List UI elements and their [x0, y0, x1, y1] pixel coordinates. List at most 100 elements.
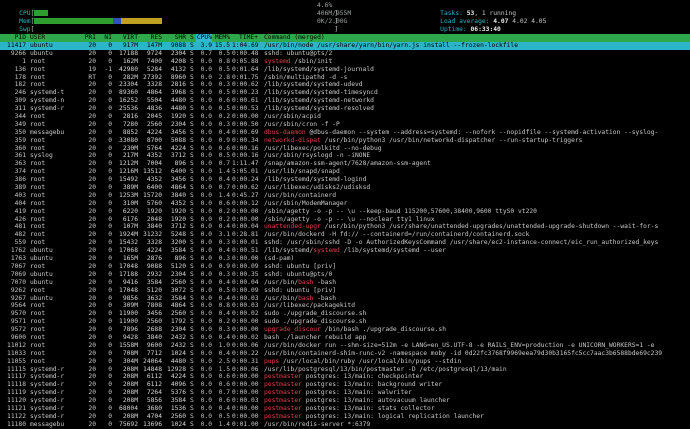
process-row[interactable]: 481 root 20 0 107M 3840 3712 S 0.0 0.4 0:00.04 unat…: [0, 223, 690, 231]
process-row[interactable]: 9267 ubuntu 20 0 9856 3632 3584 S 0.0 0.4 0:00.03 /…: [0, 295, 690, 303]
process-row[interactable]: 11118 systemd-r 20 0 208M 6112 4096 S 0.0 0.6 0:00…: [0, 381, 690, 389]
process-row[interactable]: 11033 root 20 0 708M 7712 1024 S 0.0 0.4 0:00.22/u…: [0, 350, 690, 358]
process-row[interactable]: 361 syslog 20 0 217M 4352 3712 S 0.0 0.5 0:00.16/u…: [0, 152, 690, 160]
cell-s: S: [190, 105, 194, 113]
process-row[interactable]: 311 systemd-r 20 0 25536 4836 4480 S 0.0 0.5 0:00.…: [0, 105, 690, 113]
process-row[interactable]: 404 root 20 0 310M 5760 4352 S 0.0 0.6 0:00.12/usr…: [0, 200, 690, 208]
process-row[interactable]: 482 root 20 0 1924M 31232 5248 S 0.0 3.1 0:28.81/u…: [0, 231, 690, 239]
process-row[interactable]: 1762 ubuntu 20 0 17068 4224 3584 S 0.0 0.4 0:00.51…: [0, 247, 690, 255]
cell-res: 9724: [146, 49, 162, 57]
cell-s: S: [190, 412, 194, 420]
process-row[interactable]: 11055 root 20 0 304M 24064 4480 S 0.0 2.5 0:00.31 p…: [0, 358, 690, 366]
col-ni[interactable]: NI: [98, 34, 112, 42]
process-row[interactable]: 363 root 20 0 1212M 7004 896 S 0.0 0.7 1:11.47/sna…: [0, 160, 690, 168]
process-row[interactable]: 9262 root 20 0 17048 5120 3072 S 0.0 0.5 0:00.09 ss…: [0, 287, 690, 295]
process-row[interactable]: 182 root 20 0 23304 3328 2816 S 0.0 0.3 0:00.62/li…: [0, 81, 690, 89]
cell-pid: 9564: [10, 302, 26, 310]
cell-cpu: 0.0: [200, 215, 212, 223]
cell-shr: 4224: [170, 144, 186, 152]
process-row[interactable]: 11120 systemd-r 20 0 208M 5856 3584 S 0.0 0.6 0:00…: [0, 397, 690, 405]
load-5min: 4.02: [512, 18, 528, 25]
cell-ni: 0: [108, 247, 112, 255]
cell-res: 14848: [143, 365, 162, 373]
cell-virt: 208M: [122, 397, 138, 405]
process-row[interactable]: 309 systemd-n 20 0 16252 5504 4480 S 0.0 0.6 0:00.…: [0, 97, 690, 105]
cell-s: S: [190, 420, 194, 428]
cell-cpu: 0.0: [200, 333, 212, 341]
col-time[interactable]: TIME+: [232, 34, 258, 42]
cell-command: sudo ./upgrade_discourse.sh: [264, 310, 367, 318]
process-row[interactable]: 7069 ubuntu 20 0 17188 2932 2304 S 0.0 0.3 0:00.35…: [0, 271, 690, 279]
process-row[interactable]: 426 root 20 0 6176 2048 1920 S 0.0 0.2 0:00.00/sbi…: [0, 216, 690, 224]
process-row[interactable]: 9266 ubuntu 20 0 17188 9724 2304 S 0.7 0.5 0:00.48…: [0, 50, 690, 58]
cell-pid: 11121: [7, 404, 26, 412]
process-row[interactable]: 7067 root 20 0 17048 9088 5120 S 0.0 0.9 0:00.09 ss…: [0, 263, 690, 271]
process-row[interactable]: 1763 ubuntu 20 0 165M 2876 896 S 0.0 0.3 0:00.00 (s…: [0, 255, 690, 263]
col-virt[interactable]: VIRT: [112, 34, 138, 42]
process-row[interactable]: 9571 root 20 0 11900 2560 1792 S 0.0 0.2 0:00.00 su…: [0, 318, 690, 326]
process-row[interactable]: 11180 messagebu 20 0 75692 13696 1024 S 0.0 1.4 0:…: [0, 421, 690, 429]
cell-ni: 0: [108, 270, 112, 278]
process-row[interactable]: 360 root 20 0 230M 5764 4224 S 0.0 0.6 0:00.16/usr…: [0, 145, 690, 153]
cell-pri: 20: [88, 239, 96, 247]
process-row[interactable]: 374 root 20 0 1216M 13512 6400 S 0.0 1.4 5:05.01/u…: [0, 168, 690, 176]
col-res[interactable]: RES: [140, 34, 162, 42]
col-user[interactable]: USER: [30, 34, 45, 42]
cell-pri: 20: [88, 278, 96, 286]
process-row[interactable]: 9564 root 20 0 309M 7808 4864 S 0.0 0.8 0:00.03/us…: [0, 302, 690, 310]
cell-command: /usr/bin/docker run --shm-size=512m -e L…: [264, 341, 655, 349]
process-row[interactable]: 11119 systemd-r 20 0 208M 7264 5376 S 0.0 0.7 0:00…: [0, 389, 690, 397]
cell-s: S: [190, 341, 194, 349]
process-row[interactable]: 349 root 20 0 7280 2560 2304 S 0.0 0.3 0:00.50/usr…: [0, 121, 690, 129]
cell-pid: 11119: [7, 389, 26, 397]
process-row[interactable]: 359 root 20 0 33080 8700 5088 S 0.0 0.9 0:00.34 net…: [0, 137, 690, 145]
cell-virt: 1924M: [119, 231, 138, 239]
cell-pri: 20: [88, 270, 96, 278]
process-row[interactable]: 11121 systemd-r 20 0 68004 3680 1536 S 0.0 0.4 0:0…: [0, 405, 690, 413]
cell-time: 5:05.01: [232, 168, 259, 176]
cell-ni: 0: [108, 326, 112, 334]
process-row[interactable]: 350 messagebu 20 0 8852 4224 3456 S 0.0 0.4 0:00.6…: [0, 129, 690, 137]
cell-shr: 4864: [170, 302, 186, 310]
col-command[interactable]: Command (merged): [264, 34, 325, 42]
cell-command: /lib/systemd/systemd-networkd: [264, 97, 374, 105]
command-basename: postmaster: [264, 412, 302, 420]
cell-ni: 0: [108, 120, 112, 128]
process-row[interactable]: 559 root 20 0 15432 3328 3200 S 0.0 0.3 0:00.01 ssh…: [0, 239, 690, 247]
process-row[interactable]: 178 root RT 0 282M 27392 8960 S 0.0 2.8 0:01.75/sb…: [0, 74, 690, 82]
process-row[interactable]: 419 root 20 0 6220 1920 1920 S 0.0 0.2 0:00.00/sbi…: [0, 208, 690, 216]
process-row[interactable]: 11122 systemd-r 20 0 208M 4704 2560 S 0.0 0.5 0:00…: [0, 413, 690, 421]
col-mem[interactable]: MEM%: [214, 34, 230, 42]
process-row[interactable]: 246 systemd-t 20 0 89360 4864 3968 S 0.0 0.5 0:00.…: [0, 89, 690, 97]
process-row[interactable]: 344 root 20 0 2816 2045 1920 S 0.0 0.2 0:00.00/usr…: [0, 113, 690, 121]
process-row[interactable]: 11012 root 20 0 1558M 9600 2432 S 0.0 1.0 0:00.06 /…: [0, 342, 690, 350]
cell-user: ubuntu: [30, 278, 53, 286]
process-row[interactable]: 1 root 20 0 162M 7400 4208 S 0.0 0.8 0:05.88 system…: [0, 58, 690, 66]
col-state[interactable]: S: [190, 34, 194, 42]
process-row[interactable]: 389 root 20 0 389M 6400 4864 S 0.0 0.7 0:00.62/usr…: [0, 184, 690, 192]
cell-pri: 20: [88, 207, 96, 215]
cell-pid: 1: [22, 57, 26, 65]
process-row[interactable]: 11417 ubuntu 20 0 917M 147M 9088 S 3.9 15.5 1:04.6…: [0, 42, 690, 50]
cell-cpu: 0.0: [200, 184, 212, 192]
col-cpu-sorted[interactable]: CPU%: [196, 34, 212, 42]
process-row[interactable]: 136 root 19 -1 42980 5284 4132 S 0.0 0.5 0:01.64/l…: [0, 66, 690, 74]
cell-user: ubuntu: [30, 255, 53, 263]
col-pri[interactable]: PRI: [80, 34, 96, 42]
col-pid[interactable]: PID: [0, 34, 26, 42]
process-row[interactable]: 386 root 20 0 15492 4352 3456 S 0.0 0.4 0:00.24/li…: [0, 176, 690, 184]
process-row[interactable]: 9570 root 20 0 11900 3456 2560 S 0.0 0.4 0:00.02 su…: [0, 310, 690, 318]
process-row[interactable]: 9572 root 20 0 7896 2688 2304 S 0.0 0.3 0:00.00 upg…: [0, 326, 690, 334]
process-row[interactable]: 7070 ubuntu 20 0 9416 3584 2560 S 0.0 0.4 0:00.04 /…: [0, 279, 690, 287]
cell-virt: 217M: [122, 152, 138, 160]
command-basename: postmaster: [264, 381, 302, 389]
process-row[interactable]: 403 root 20 0 1253M 15720 3840 S 0.0 1.4 0:45.27/u…: [0, 192, 690, 200]
process-row[interactable]: 11115 systemd-r 20 0 208M 14848 12928 S 0.0 1.5 0:…: [0, 366, 690, 374]
cell-virt: 17188: [119, 270, 138, 278]
cell-ni: 0: [108, 199, 112, 207]
process-row[interactable]: 9600 root 20 0 9428 3840 2432 S 0.0 0.4 0:00.02 bas…: [0, 334, 690, 342]
col-shr[interactable]: SHR: [164, 34, 186, 42]
process-row[interactable]: 11117 systemd-r 20 0 208M 6112 4224 S 0.0 0.6 0:00…: [0, 373, 690, 381]
cell-time: 0:45.27: [232, 191, 259, 199]
cell-mem: 1.4: [218, 191, 230, 199]
